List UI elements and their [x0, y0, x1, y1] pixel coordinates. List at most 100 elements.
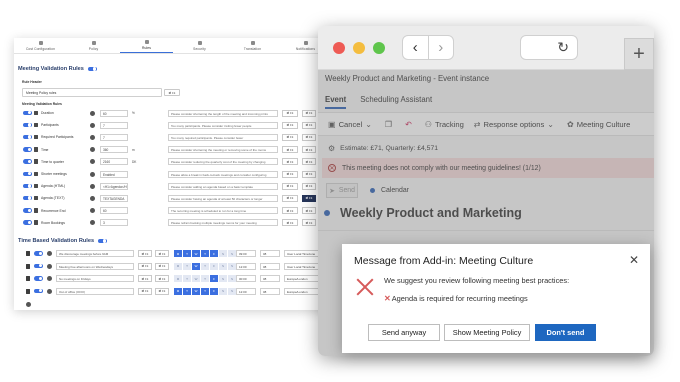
rule-toggle[interactable]	[23, 183, 32, 189]
rules-section-toggle[interactable]	[87, 66, 97, 72]
time-to-input[interactable]: 08	[260, 250, 280, 257]
rule-header-button[interactable]: ⇄ Fit	[164, 89, 180, 96]
time-rule-button[interactable]: ⇄ Fit	[138, 262, 152, 270]
info-icon[interactable]	[90, 159, 95, 165]
time-from-input[interactable]: 00:00	[236, 275, 256, 282]
time-to-input[interactable]: 08	[260, 287, 280, 295]
trash-icon[interactable]	[26, 251, 30, 256]
rule-message-input[interactable]: Please consider shortening the length of…	[168, 109, 278, 117]
time-from-input[interactable]: 12:00	[236, 287, 256, 295]
rule-action-button[interactable]: ⇄ Fit	[282, 158, 298, 166]
day-toggle[interactable]: S	[219, 262, 227, 270]
rule-secondary-button[interactable]: ⇄ Fit	[302, 207, 316, 215]
rule-action-button[interactable]: ⇄ Fit	[282, 146, 298, 154]
rule-value-input[interactable]: <H1>Agenda</H1><p>Wh	[100, 182, 128, 190]
rule-action-button[interactable]: ⇄ Fit	[282, 182, 298, 190]
info-icon[interactable]	[47, 263, 52, 269]
day-toggle[interactable]: T	[183, 262, 191, 270]
rule-action-button[interactable]: ⇄ Fit	[282, 207, 298, 215]
rule-value-input[interactable]: 60	[100, 109, 128, 117]
day-toggle[interactable]: W	[192, 287, 200, 295]
time-section-toggle[interactable]	[98, 238, 108, 244]
time-rule-message-input[interactable]: No meetings on Fridays	[56, 275, 134, 282]
day-toggle[interactable]: T	[201, 275, 209, 282]
time-rule-message-input[interactable]: Meeting free afternoons on Wednesdays	[56, 262, 134, 270]
rule-message-input[interactable]: The recurring meeting is scheduled to ru…	[168, 207, 278, 215]
rule-value-input[interactable]: 3	[100, 219, 128, 227]
rule-value-input[interactable]: TEXTAGENDA	[100, 194, 128, 202]
day-toggle[interactable]: T	[183, 250, 191, 257]
time-rule-toggle[interactable]	[34, 251, 43, 256]
info-icon[interactable]	[90, 134, 95, 140]
info-icon[interactable]	[90, 171, 95, 177]
day-toggle[interactable]: M	[174, 287, 182, 295]
rule-secondary-button[interactable]: ⇄ Fit	[302, 158, 316, 166]
minimize-window-button[interactable]	[353, 42, 365, 54]
rule-action-button[interactable]: ⇄ Fit	[282, 194, 298, 202]
rule-toggle[interactable]	[23, 134, 32, 140]
day-toggle[interactable]: T	[183, 287, 191, 295]
close-icon[interactable]: ✕	[629, 253, 639, 267]
close-window-button[interactable]	[333, 42, 345, 54]
rule-action-button[interactable]: ⇄ Fit	[282, 121, 298, 129]
maximize-window-button[interactable]	[373, 42, 385, 54]
rule-message-input[interactable]: Please consider shortening the meeting o…	[168, 146, 278, 154]
rule-message-input[interactable]: Please allow a break in back-to-back mee…	[168, 170, 278, 178]
rule-secondary-button[interactable]: ⇄ Fit	[302, 182, 316, 190]
trash-icon[interactable]	[26, 276, 30, 281]
day-toggle[interactable]: S	[228, 287, 236, 295]
day-toggle[interactable]: W	[192, 275, 200, 282]
time-rule-button[interactable]: ⇄ Fit	[138, 275, 152, 282]
day-toggle[interactable]: S	[228, 275, 236, 282]
time-rule-button[interactable]: ⇄ Fit	[138, 287, 152, 295]
time-rule-message-input[interactable]: We discourage meetings before 9AM	[56, 250, 134, 257]
rule-action-button[interactable]: ⇄ Fit	[282, 219, 298, 227]
rule-secondary-button[interactable]: ⇄ Fit	[302, 121, 316, 129]
rule-toggle[interactable]	[23, 110, 32, 115]
rule-message-input[interactable]: Please consider adding an agenda based o…	[168, 182, 278, 190]
time-to-input[interactable]: 08	[260, 275, 280, 282]
tab-policy[interactable]: Policy	[67, 38, 120, 53]
rule-name-input[interactable]: Meeting Policy rules	[22, 88, 162, 97]
info-icon[interactable]	[90, 122, 95, 128]
tab-cost-configuration[interactable]: Cost Configuration	[14, 38, 67, 53]
rule-message-input[interactable]: Too many required participants. Please c…	[168, 133, 278, 141]
rule-message-input[interactable]: Please refrain booking multiple meetings…	[168, 219, 278, 227]
day-toggle[interactable]: M	[174, 275, 182, 282]
rule-secondary-button[interactable]: ⇄ Fit	[302, 146, 316, 154]
day-toggle[interactable]: W	[192, 262, 200, 270]
rule-value-input[interactable]: 7	[100, 133, 128, 141]
rule-value-input[interactable]: 2160	[100, 158, 128, 166]
info-icon[interactable]	[47, 276, 52, 281]
day-toggle[interactable]: S	[219, 287, 227, 295]
rule-value-input[interactable]: 60	[100, 207, 128, 215]
rule-secondary-button[interactable]: ⇄ Fit	[302, 109, 316, 117]
tab-rules[interactable]: Rules	[120, 38, 173, 53]
day-toggle[interactable]: M	[174, 250, 182, 257]
rule-toggle[interactable]	[23, 208, 32, 213]
forward-button[interactable]: ›	[429, 36, 454, 59]
send-anyway-button[interactable]: Send anyway	[368, 324, 440, 341]
time-rule-toggle[interactable]	[34, 276, 43, 281]
rule-value-input[interactable]: 360	[100, 146, 128, 154]
info-icon[interactable]	[90, 147, 95, 153]
day-toggle[interactable]: T	[201, 250, 209, 257]
rule-action-button[interactable]: ⇄ Fit	[282, 109, 298, 117]
time-rule-button[interactable]: ⇄ Fit	[155, 287, 169, 295]
day-toggle[interactable]: S	[228, 262, 236, 270]
rule-toggle[interactable]	[23, 220, 32, 225]
day-toggle[interactable]: M	[174, 262, 182, 270]
info-icon[interactable]	[90, 110, 95, 116]
info-icon[interactable]	[47, 251, 52, 256]
rule-action-button[interactable]: ⇄ Fit	[282, 133, 298, 141]
info-icon[interactable]	[90, 195, 95, 201]
add-rule-icon[interactable]	[26, 302, 31, 307]
rule-message-input[interactable]: Please consider reducing the quarterly c…	[168, 158, 278, 166]
info-icon[interactable]	[47, 288, 52, 294]
info-icon[interactable]	[90, 220, 95, 226]
time-rule-button[interactable]: ⇄ Fit	[155, 250, 169, 257]
day-toggle[interactable]: F	[210, 262, 218, 270]
rule-toggle[interactable]	[23, 195, 32, 201]
day-toggle[interactable]: T	[201, 262, 209, 270]
rule-action-button[interactable]: ⇄ Fit	[282, 170, 298, 178]
